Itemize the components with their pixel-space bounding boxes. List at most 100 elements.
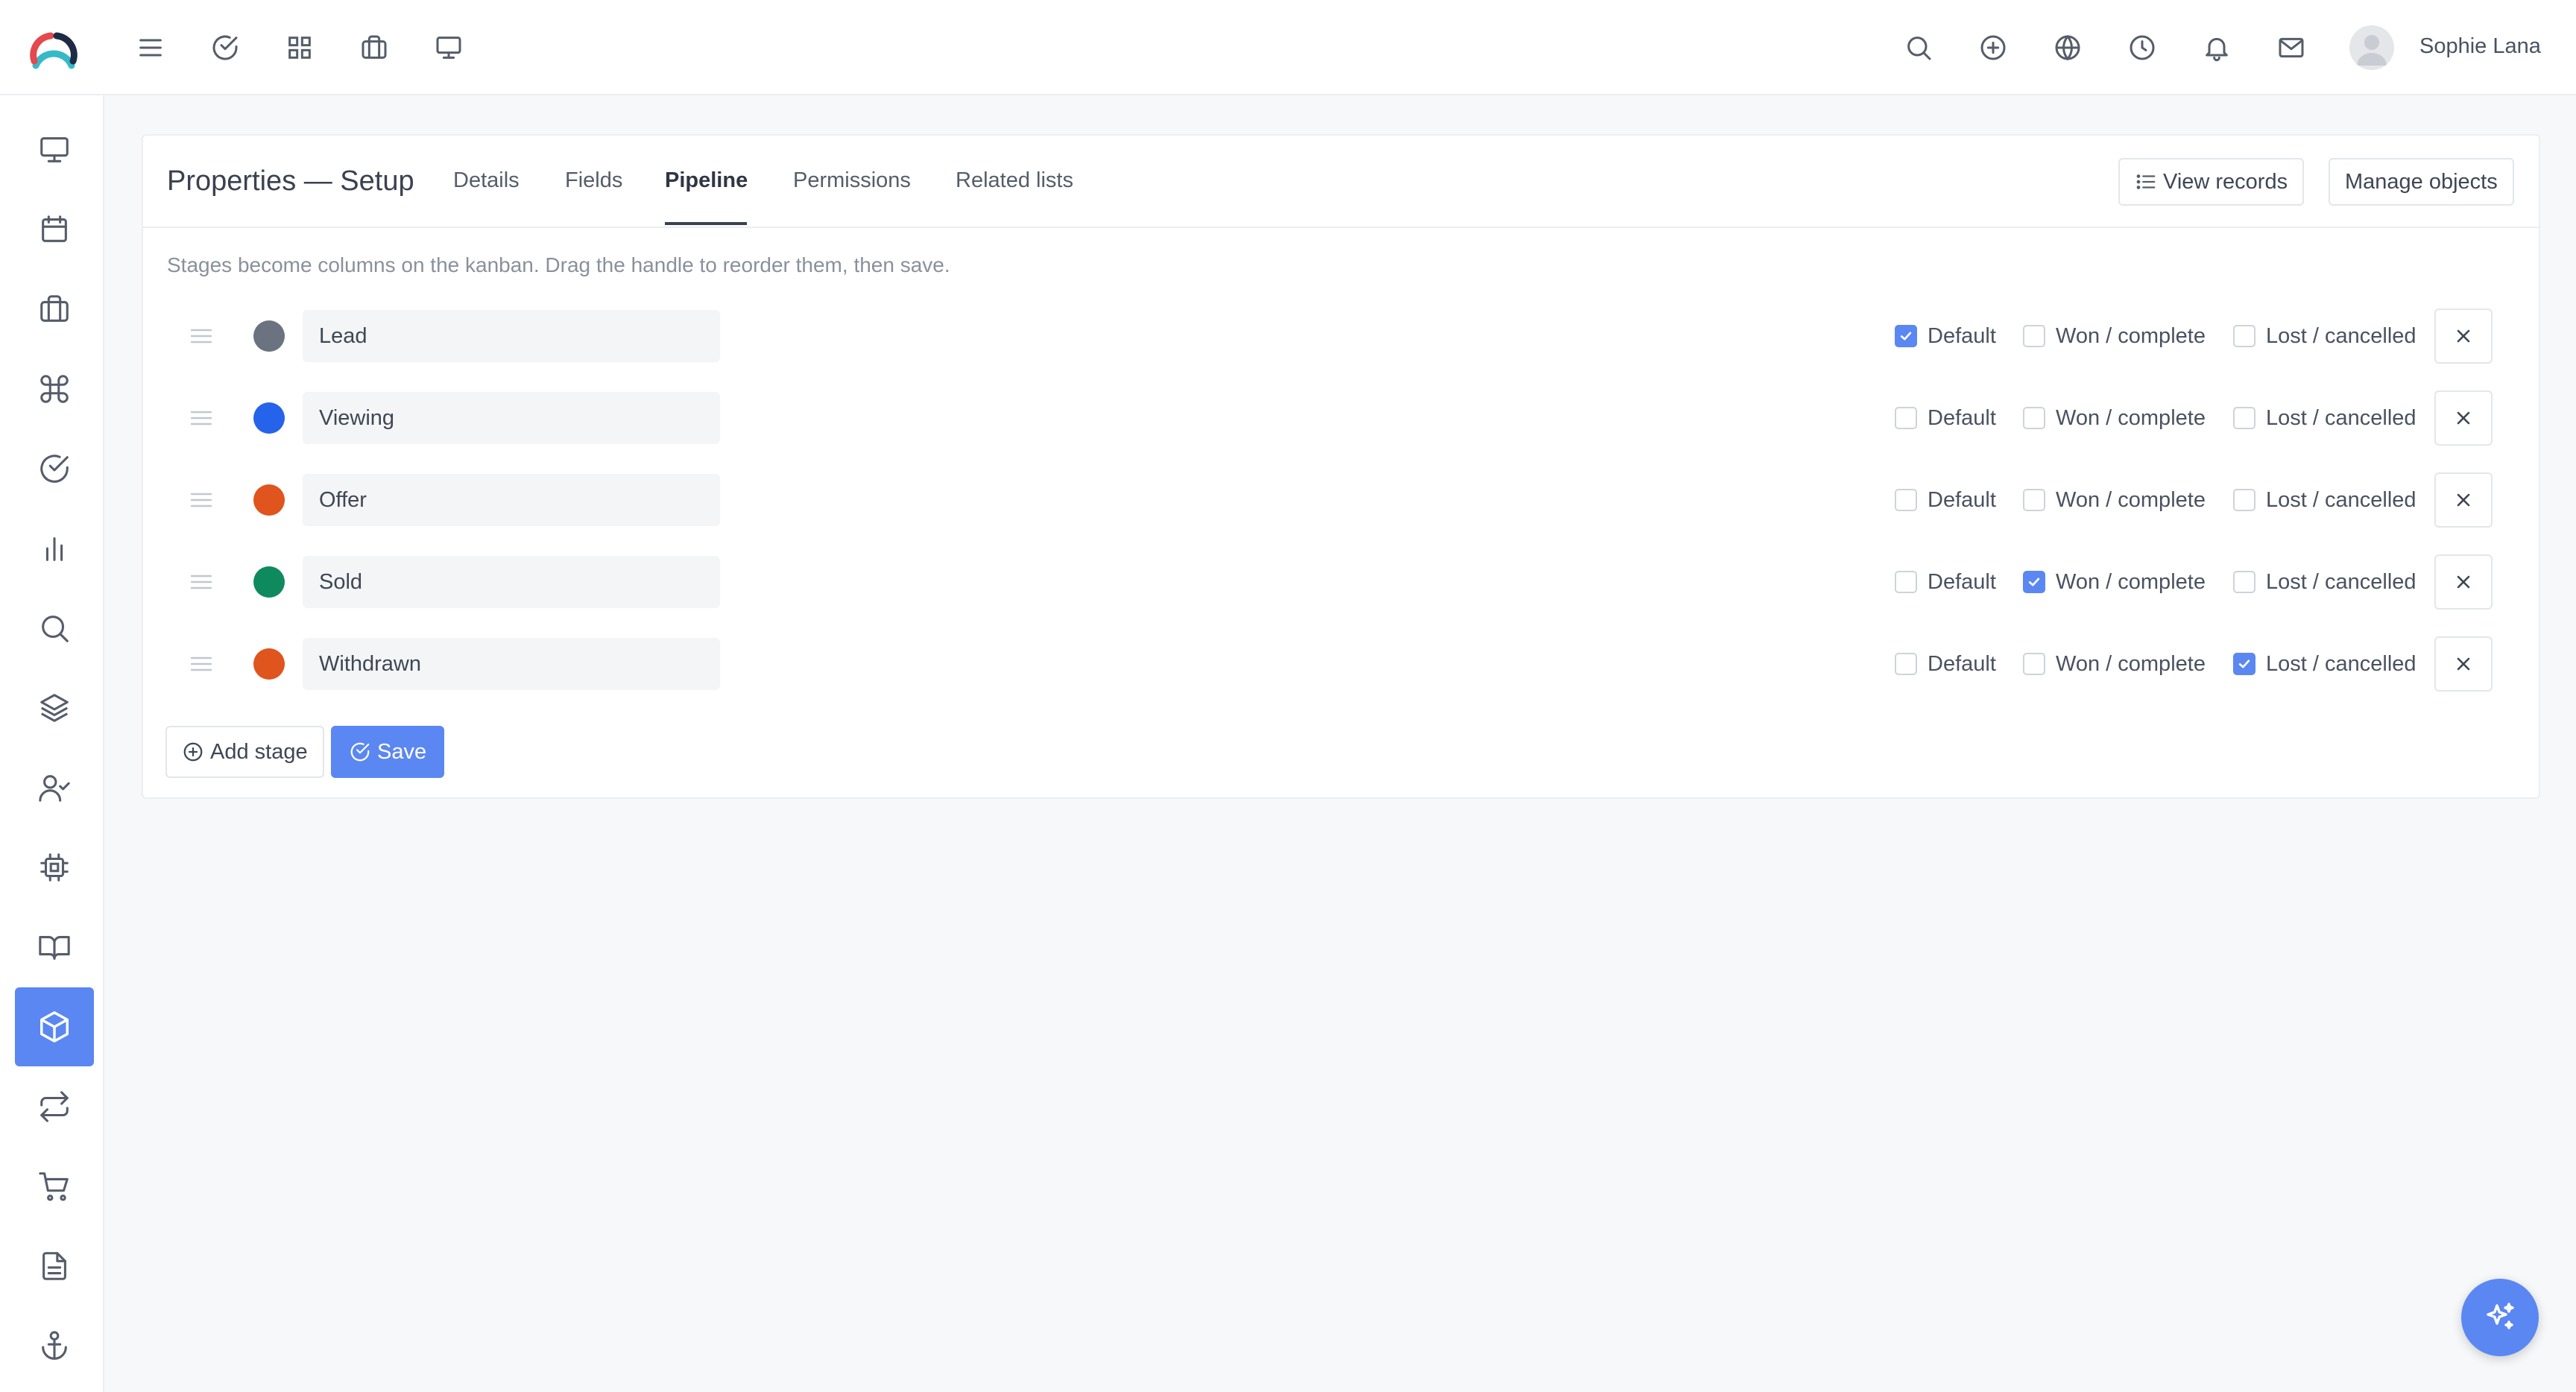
checkbox-box[interactable] [1895,407,1917,429]
tab-permissions[interactable]: Permissions [793,168,911,193]
sidebar-item-search[interactable] [15,589,94,668]
stage-color-swatch[interactable] [253,648,285,680]
bell-icon[interactable] [2199,30,2235,66]
sidebar-item-cpu[interactable] [15,828,94,907]
default-checkbox[interactable]: Default [1895,638,1996,690]
globe-icon[interactable] [2050,30,2086,66]
anchor-icon [42,1331,67,1360]
sidebar-item-briefcase[interactable] [15,270,94,349]
won-complete-checkbox[interactable]: Won / complete [2023,638,2206,690]
checkbox-box[interactable] [1895,489,1917,511]
checkbox-box[interactable] [2023,653,2045,675]
stage-row: Default Won / complete Lost / cancelled [143,390,2539,446]
app-logo[interactable] [28,28,79,79]
checkbox-box[interactable] [2023,489,2045,511]
drag-handle-icon[interactable] [188,569,215,595]
drag-handle-icon[interactable] [188,405,215,431]
clock-icon[interactable] [2124,30,2160,66]
default-label: Default [1928,405,1996,430]
mail-icon[interactable] [2273,30,2309,66]
view-records-label: View records [2163,169,2288,194]
drag-handle-icon[interactable] [188,651,215,677]
sidebar-item-knowledge[interactable] [15,908,94,987]
checkbox-box[interactable] [1895,571,1917,593]
won-complete-checkbox[interactable]: Won / complete [2023,392,2206,444]
tab-pipeline[interactable]: Pipeline [665,168,748,193]
remove-stage-button[interactable] [2434,636,2493,692]
sidebar-item-sync[interactable] [15,1067,94,1146]
won-complete-checkbox[interactable]: Won / complete [2023,474,2206,526]
sidebar-item-documents[interactable] [15,1227,94,1306]
lost-cancelled-checkbox[interactable]: Lost / cancelled [2233,556,2416,608]
default-checkbox[interactable]: Default [1895,392,1996,444]
won-complete-checkbox[interactable]: Won / complete [2023,556,2206,608]
user-name[interactable]: Sophie Lana [2419,34,2541,59]
sidebar-item-layers[interactable] [15,668,94,747]
lost-cancelled-checkbox[interactable]: Lost / cancelled [2233,392,2416,444]
remove-stage-button[interactable] [2434,554,2493,610]
lost-cancelled-checkbox[interactable]: Lost / cancelled [2233,638,2416,690]
default-checkbox[interactable]: Default [1895,556,1996,608]
tab-details[interactable]: Details [453,168,520,193]
checkbox-box[interactable] [2233,407,2255,429]
stage-name-input[interactable] [303,310,720,362]
checkbox-box[interactable] [2023,571,2045,593]
stage-name-input[interactable] [303,638,720,690]
lost-cancelled-checkbox[interactable]: Lost / cancelled [2233,474,2416,526]
view-records-button[interactable]: View records [2118,158,2305,206]
won-complete-label: Won / complete [2056,405,2206,430]
default-label: Default [1928,487,1996,512]
checkbox-box[interactable] [2233,653,2255,675]
sidebar-item-objects[interactable] [15,987,94,1066]
remove-stage-button[interactable] [2434,472,2493,528]
search-icon[interactable] [1901,30,1936,66]
manage-objects-button[interactable]: Manage objects [2329,158,2514,206]
stage-color-swatch[interactable] [253,566,285,598]
sidebar-item-calendar[interactable] [15,190,94,269]
stage-name-input[interactable] [303,556,720,608]
stage-name-input[interactable] [303,392,720,444]
checkbox-box[interactable] [2233,571,2255,593]
drag-handle-icon[interactable] [188,487,215,513]
ai-assistant-button[interactable] [2461,1279,2539,1356]
lost-cancelled-checkbox[interactable]: Lost / cancelled [2233,310,2416,362]
sidebar-item-cart[interactable] [15,1147,94,1226]
sidebar-item-anchor[interactable] [15,1306,94,1385]
sidebar [0,95,104,1392]
add-stage-button[interactable]: Add stage [165,726,324,778]
checkbox-box[interactable] [2233,489,2255,511]
grid-icon[interactable] [282,30,318,66]
sidebar-item-monitor[interactable] [15,110,94,189]
tab-fields[interactable]: Fields [565,168,622,193]
tab-related-lists[interactable]: Related lists [956,168,1073,193]
plus-circle-icon[interactable] [1975,30,2011,66]
sidebar-item-command[interactable] [15,349,94,428]
checkbox-box[interactable] [1895,653,1917,675]
remove-stage-button[interactable] [2434,309,2493,364]
check-circle-icon[interactable] [207,30,243,66]
user-check-icon [39,775,70,802]
check-circle-icon [350,742,370,762]
stage-color-swatch[interactable] [253,484,285,516]
checkbox-box[interactable] [2023,325,2045,347]
won-complete-checkbox[interactable]: Won / complete [2023,310,2206,362]
monitor-icon[interactable] [431,30,467,66]
checkbox-box[interactable] [2023,407,2045,429]
stage-color-swatch[interactable] [253,402,285,434]
menu-icon[interactable] [133,30,168,66]
sidebar-item-tasks[interactable] [15,429,94,508]
default-checkbox[interactable]: Default [1895,310,1996,362]
checkbox-box[interactable] [1895,325,1917,347]
save-button[interactable]: Save [331,726,445,778]
checkbox-box[interactable] [2233,325,2255,347]
briefcase-icon[interactable] [356,30,392,66]
stage-color-swatch[interactable] [253,320,285,352]
remove-stage-button[interactable] [2434,390,2493,446]
default-checkbox[interactable]: Default [1895,474,1996,526]
stage-name-input[interactable] [303,474,720,526]
sidebar-item-users[interactable] [15,748,94,827]
avatar[interactable] [2349,25,2394,70]
sidebar-item-reports[interactable] [15,509,94,588]
drag-handle-icon[interactable] [188,323,215,349]
stage-row: Default Won / complete Lost / cancelled [143,636,2539,692]
